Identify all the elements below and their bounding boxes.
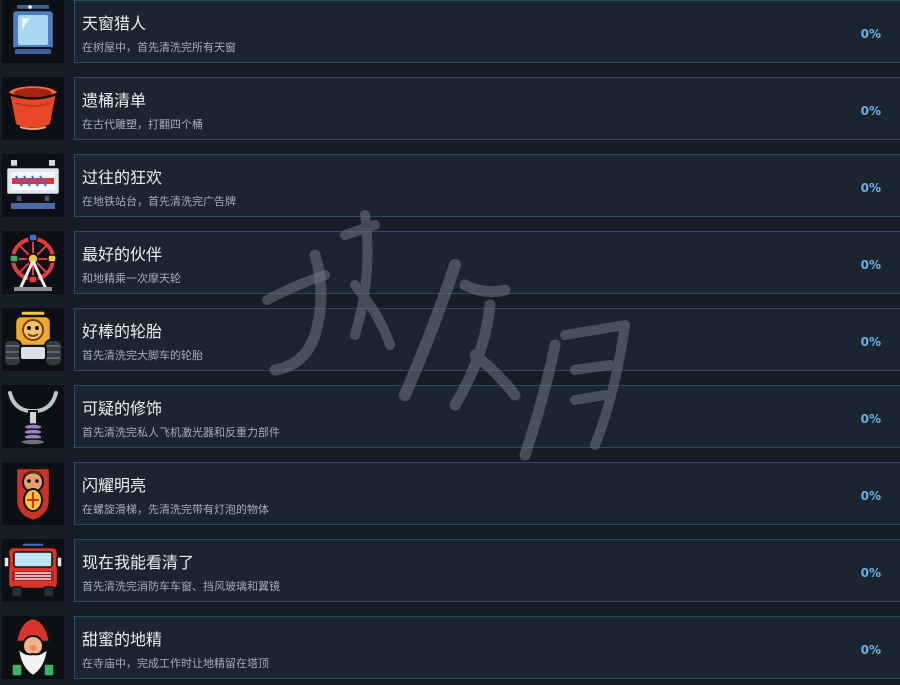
ferris-wheel-icon <box>9 233 57 291</box>
achievement-title: 遗桶清单 <box>82 91 147 110</box>
achievement-panel: 最好的伙伴 和地精乘一次摩天轮 0% <box>74 231 900 294</box>
achievement-panel: 过往的狂欢 在地铁站台，首先清洗完广告牌 0% <box>74 154 900 217</box>
achievement-panel: 天窗猎人 在树屋中，首先清洗完所有天窗 0% <box>74 0 900 63</box>
achievement-progress: 0% <box>860 104 881 118</box>
achievement-description: 在古代雕塑，打翻四个桶 <box>82 118 203 131</box>
achievement-description: 在地铁站台，首先清洗完广告牌 <box>82 195 236 208</box>
achievement-progress: 0% <box>860 489 881 503</box>
achievement-description: 首先清洗完大脚车的轮胎 <box>82 349 203 362</box>
achievement-row[interactable]: 遗桶清单 在古代雕塑，打翻四个桶 0% <box>0 77 900 154</box>
achievement-title: 闪耀明亮 <box>82 476 147 495</box>
achievement-panel: 好棒的轮胎 首先清洗完大脚车的轮胎 0% <box>74 308 900 371</box>
achievement-icon-box <box>2 154 64 217</box>
achievement-icon-box <box>2 616 64 679</box>
achievement-row[interactable]: 天窗猎人 在树屋中，首先清洗完所有天窗 0% <box>0 0 900 77</box>
achievement-progress: 0% <box>860 335 881 349</box>
achievement-progress: 0% <box>860 643 881 657</box>
achievement-title: 过往的狂欢 <box>82 168 163 187</box>
achievement-row[interactable]: 闪耀明亮 在螺旋滑梯，先清洗完带有灯泡的物体 0% <box>0 462 900 539</box>
bright-shield-icon <box>14 466 52 523</box>
achievement-icon-box <box>2 77 64 140</box>
achievement-row[interactable]: 过往的狂欢 在地铁站台，首先清洗完广告牌 0% <box>0 154 900 231</box>
achievement-progress: 0% <box>860 412 881 426</box>
achievement-icon-box <box>2 539 64 602</box>
achievement-description: 首先清洗完私人飞机激光器和反重力部件 <box>82 426 280 439</box>
achievement-description: 在螺旋滑梯，先清洗完带有灯泡的物体 <box>82 503 269 516</box>
achievement-icon-box <box>2 231 64 294</box>
achievement-icon-box <box>2 308 64 371</box>
achievement-panel: 现在我能看清了 首先清洗完消防车车窗、挡风玻璃和翼镜 0% <box>74 539 900 602</box>
achievement-title: 甜蜜的地精 <box>82 630 163 649</box>
achievement-row[interactable]: 最好的伙伴 和地精乘一次摩天轮 0% <box>0 231 900 308</box>
antigravity-part-icon <box>6 389 60 446</box>
achievement-row[interactable]: 好棒的轮胎 首先清洗完大脚车的轮胎 0% <box>0 308 900 385</box>
achievement-icon-box <box>2 462 64 525</box>
achievement-description: 在树屋中，首先清洗完所有天窗 <box>82 41 236 54</box>
gnome-icon <box>11 616 55 678</box>
achievement-panel: 甜蜜的地精 在寺庙中，完成工作时让地精留在塔顶 0% <box>74 616 900 679</box>
achievement-icon-box <box>2 385 64 448</box>
achievement-progress: 0% <box>860 181 881 195</box>
achievement-panel: 闪耀明亮 在螺旋滑梯，先清洗完带有灯泡的物体 0% <box>74 462 900 525</box>
achievement-title: 现在我能看清了 <box>82 553 195 572</box>
achievement-list: 天窗猎人 在树屋中，首先清洗完所有天窗 0% 遗桶清单 在古代雕塑，打翻四个桶 … <box>0 0 900 685</box>
achievement-title: 好棒的轮胎 <box>82 322 163 341</box>
achievement-title: 天窗猎人 <box>82 14 147 33</box>
fire-truck-icon <box>3 542 63 598</box>
achievement-row[interactable]: 现在我能看清了 首先清洗完消防车车窗、挡风玻璃和翼镜 0% <box>0 539 900 616</box>
achievement-panel: 遗桶清单 在古代雕塑，打翻四个桶 0% <box>74 77 900 140</box>
achievement-row[interactable]: 可疑的修饰 首先清洗完私人飞机激光器和反重力部件 0% <box>0 385 900 462</box>
achievement-progress: 0% <box>860 258 881 272</box>
red-bucket-icon <box>6 83 60 131</box>
achievement-title: 最好的伙伴 <box>82 245 163 264</box>
achievement-description: 和地精乘一次摩天轮 <box>82 272 181 285</box>
achievement-progress: 0% <box>860 566 881 580</box>
billboard-icon <box>4 158 62 211</box>
monster-truck-icon <box>3 310 63 367</box>
achievement-title: 可疑的修饰 <box>82 399 163 418</box>
achievement-description: 在寺庙中，完成工作时让地精留在塔顶 <box>82 657 269 670</box>
skylight-lantern-icon <box>10 3 56 56</box>
achievement-icon-box <box>2 0 64 63</box>
achievement-panel: 可疑的修饰 首先清洗完私人飞机激光器和反重力部件 0% <box>74 385 900 448</box>
achievement-progress: 0% <box>860 27 881 41</box>
achievement-description: 首先清洗完消防车车窗、挡风玻璃和翼镜 <box>82 580 280 593</box>
achievement-row[interactable]: 甜蜜的地精 在寺庙中，完成工作时让地精留在塔顶 0% <box>0 616 900 685</box>
